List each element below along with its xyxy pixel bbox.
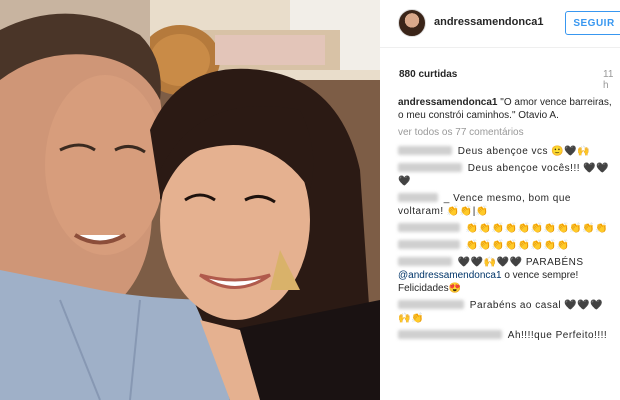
comment-text: Deus abençoe vcs 🙂🖤🙌 — [457, 146, 591, 157]
caption-username[interactable]: andressamendonca1 — [398, 97, 498, 108]
comment-item: 🖤🖤🙌🖤🖤 PARABÉNS @andressamendonca1 o venc… — [398, 256, 612, 295]
comment-item: Deus abençoe vocês!!! 🖤🖤🖤 — [398, 162, 612, 188]
caption: andressamendonca1 "O amor vence barreira… — [398, 96, 612, 122]
blurred-username — [398, 193, 438, 202]
blurred-username — [398, 163, 462, 172]
comment-item: 👏👏👏👏👏👏👏👏👏👏👏 — [398, 222, 612, 235]
comment-item: 👏👏👏👏👏👏👏👏 — [398, 239, 612, 252]
post-stats: 880 curtidas 11 h — [380, 48, 620, 91]
blurred-username — [398, 330, 502, 339]
comment-item: Ah!!!!que Perfeito!!!! — [398, 329, 612, 342]
follow-button[interactable]: SEGUIR — [565, 11, 620, 35]
blurred-username — [398, 300, 464, 309]
comment-text: 👏👏👏👏👏👏👏👏 — [465, 240, 570, 251]
comment-item: _ Vence mesmo, bom que voltaram! 👏👏|👏 — [398, 192, 612, 218]
comments-list: andressamendonca1 "O amor vence barreira… — [398, 96, 612, 346]
post-photo[interactable] — [0, 0, 380, 400]
blurred-username — [398, 223, 460, 232]
blurred-username — [398, 240, 460, 249]
post-header: andressamendonca1 SEGUIR — [380, 0, 620, 48]
likes-count[interactable]: 880 curtidas — [399, 69, 457, 80]
comment-mention[interactable]: @andressamendonca1 — [398, 270, 502, 281]
post-side-panel: andressamendonca1 SEGUIR 880 curtidas 11… — [380, 0, 620, 400]
comment-item: Parabéns ao casal 🖤🖤🖤🙌👏 — [398, 299, 612, 325]
comment-text: 🖤🖤🙌🖤🖤 PARABÉNS — [457, 257, 584, 268]
avatar[interactable] — [398, 9, 426, 37]
blurred-username — [398, 146, 452, 155]
view-all-comments-link[interactable]: ver todos os 77 comentários — [398, 126, 612, 139]
blurred-username — [398, 257, 452, 266]
comment-text: Ah!!!!que Perfeito!!!! — [507, 330, 608, 341]
comment-item: Deus abençoe vcs 🙂🖤🙌 — [398, 145, 612, 158]
username-link[interactable]: andressamendonca1 — [434, 16, 543, 28]
comment-text: 👏👏👏👏👏👏👏👏👏👏👏 — [465, 223, 609, 234]
couple-selfie-image — [0, 0, 380, 400]
post-time: 11 h — [603, 69, 614, 91]
